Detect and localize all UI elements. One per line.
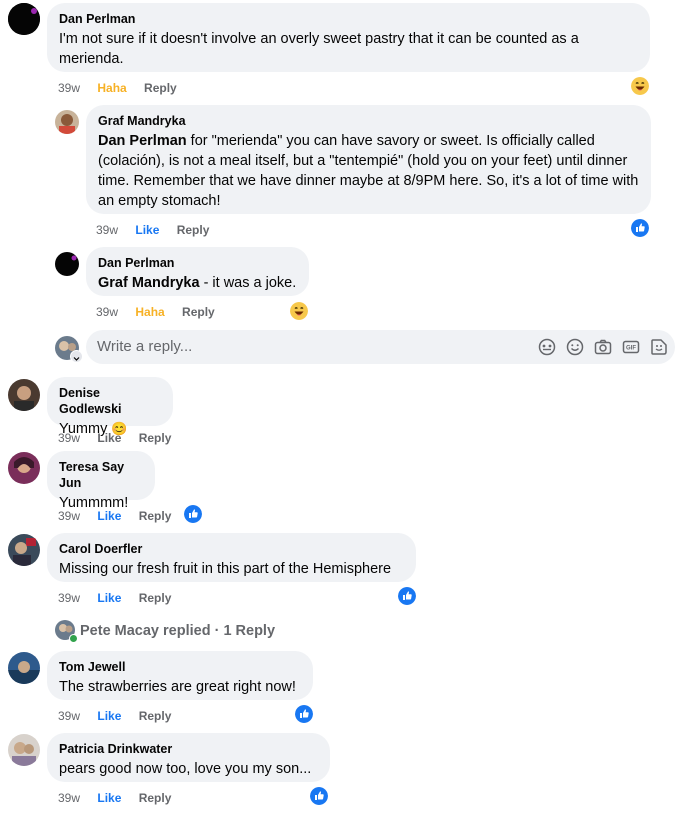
comment-time[interactable]: 39w [58,709,80,723]
comment-time[interactable]: 39w [58,431,80,445]
reply-button[interactable]: Reply [139,709,172,723]
view-replies-link[interactable]: Pete Macay replied · 1 Reply [80,621,275,641]
comment-author[interactable]: Teresa Say Jun [59,459,143,491]
avatar-image [8,734,40,766]
comment-actions: 39w Like Reply [58,708,185,724]
comment-actions: 39w Like Reply [96,222,223,238]
comment-bubble: Dan Perlman I'm not sure if it doesn't i… [47,3,650,72]
comment-body: - it was a joke. [199,275,297,291]
like-reaction-icon[interactable] [310,787,328,805]
comment-text: I'm not sure if it doesn't involve an ov… [59,31,579,67]
comment-actions: 39w Like Reply [58,430,185,446]
sticker-icon[interactable] [649,337,669,357]
svg-text:GIF: GIF [626,346,636,352]
reply-input[interactable]: Write a reply... GIF [86,330,675,364]
reply-button[interactable]: Reply [139,791,172,805]
comment-actions: 39w Haha Reply [58,80,191,96]
like-button[interactable]: Like [97,709,121,723]
avatar-image [55,252,79,276]
like-reaction-icon[interactable] [295,705,313,723]
comment-actions: 39w Like Reply [58,790,185,806]
comment-author[interactable]: Dan Perlman [98,255,297,271]
like-reaction-icon[interactable] [631,219,649,237]
like-button[interactable]: Like [97,591,121,605]
avatar-dan-perlman[interactable] [55,252,79,276]
comment-time[interactable]: 39w [58,791,80,805]
comment-time[interactable]: 39w [96,305,118,319]
avatar-image [8,534,40,566]
avatar-image [8,452,40,484]
reply-placeholder: Write a reply... [97,338,193,355]
comment-time[interactable]: 39w [58,509,80,523]
comment-author[interactable]: Graf Mandryka [98,113,639,129]
chevron-down-icon[interactable] [70,350,83,363]
comment-bubble: Tom Jewell The strawberries are great ri… [47,651,313,700]
comment-author[interactable]: Carol Doerfler [59,541,404,557]
avatar-dan-perlman[interactable] [8,3,40,35]
reply-button[interactable]: Reply [182,305,215,319]
haha-button[interactable]: Haha [97,81,126,95]
like-button[interactable]: Like [135,223,159,237]
comment-actions: 39w Like Reply [58,508,185,524]
comment-text: pears good now too, love you my son... [59,761,312,777]
comment-time[interactable]: 39w [58,591,80,605]
haha-button[interactable]: Haha [135,305,164,319]
avatar-denise-godlewski[interactable] [8,379,40,411]
comment-text: The strawberries are great right now! [59,679,296,695]
like-reaction-icon[interactable] [398,587,416,605]
online-status-dot [69,634,78,643]
comment-text: Dan Perlman for "merienda" you can have … [98,131,639,211]
haha-reaction-icon[interactable] [290,302,308,320]
comment-author[interactable]: Tom Jewell [59,659,301,675]
comment-bubble: Carol Doerfler Missing our fresh fruit i… [47,533,416,582]
reply-button[interactable]: Reply [177,223,210,237]
avatar-image [8,3,40,35]
like-button[interactable]: Like [97,431,121,445]
comment-time[interactable]: 39w [96,223,118,237]
comment-bubble: Graf Mandryka Dan Perlman for "merienda"… [86,105,651,214]
avatar-image [55,110,79,134]
reply-button[interactable]: Reply [139,591,172,605]
comment-author[interactable]: Dan Perlman [59,11,638,27]
comment-text: Missing our fresh fruit in this part of … [59,561,392,577]
avatar-image [8,379,40,411]
like-button[interactable]: Like [97,509,121,523]
like-button[interactable]: Like [97,791,121,805]
comment-actions: 39w Like Reply [58,590,185,606]
comment-bubble: Teresa Say Jun Yummmm! [47,451,155,511]
avatar-graf-mandryka[interactable] [55,110,79,134]
avatar-tom-jewell[interactable] [8,652,40,684]
comment-bubble: Dan Perlman Graf Mandryka - it was a jok… [86,247,309,296]
comment-actions: 39w Haha Reply [96,304,229,320]
gif-icon[interactable]: GIF [621,337,641,357]
comment-author[interactable]: Denise Godlewski [59,385,161,417]
avatar-patricia-drinkwater[interactable] [8,734,40,766]
reply-button[interactable]: Reply [139,431,172,445]
avatar-image [8,652,40,684]
haha-reaction-icon[interactable] [631,77,649,95]
comment-bubble: Denise Godlewski Yummy 😊 [47,377,173,437]
mention-link[interactable]: Graf Mandryka [98,275,200,291]
mention-link[interactable]: Dan Perlman [98,133,187,149]
camera-icon[interactable] [593,337,613,357]
avatar-sticker-icon[interactable] [537,337,557,357]
reply-button[interactable]: Reply [139,509,172,523]
like-reaction-icon[interactable] [184,505,202,523]
comment-bubble: Patricia Drinkwater pears good now too, … [47,733,330,782]
avatar-carol-doerfler[interactable] [8,534,40,566]
comment-author[interactable]: Patricia Drinkwater [59,741,318,757]
reply-button[interactable]: Reply [144,81,177,95]
comment-text: Graf Mandryka - it was a joke. [98,273,297,293]
avatar-teresa-say-jun[interactable] [8,452,40,484]
emoji-icon[interactable] [565,337,585,357]
comment-time[interactable]: 39w [58,81,80,95]
